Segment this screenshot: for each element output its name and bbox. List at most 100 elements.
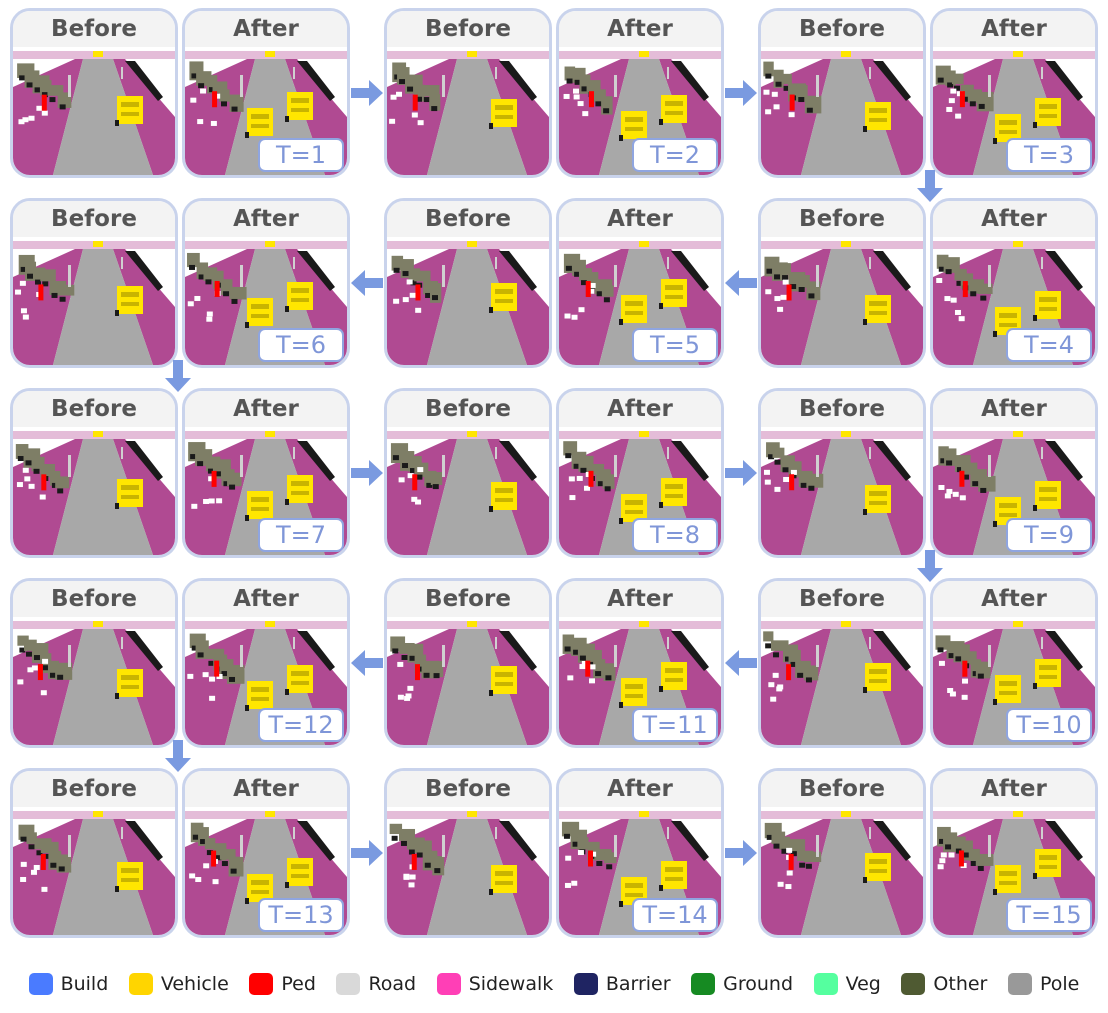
legend-swatch-vehicle [128,973,153,995]
voxel-scene [387,47,549,175]
voxel-scene [761,617,923,745]
legend-label-build: Build [60,973,109,995]
frame-pair: Before After T=2 [384,8,724,178]
after-frame: After T=9 [930,388,1098,558]
frame-pair: Before After T=10 [758,578,1098,748]
before-frame: Before [384,578,552,748]
after-label: After [185,11,347,47]
legend-item-road: Road [336,973,416,995]
time-step-badge: T=5 [632,328,718,362]
legend-item-ground: Ground [691,973,793,995]
after-label: After [933,771,1095,807]
after-label: After [185,391,347,427]
after-frame: After T=5 [556,198,724,368]
legend-label-ground: Ground [723,973,794,995]
after-frame: After T=12 [182,578,350,748]
legend: Build Vehicle Ped Road Sidewalk Barrier … [0,964,1108,1004]
before-label: Before [387,581,549,617]
time-step-badge: T=6 [258,328,344,362]
before-frame: Before [758,578,926,748]
legend-label-other: Other [933,973,988,995]
before-label: Before [761,771,923,807]
legend-label-road: Road [368,973,417,995]
arrow-left-icon [725,270,757,296]
after-frame: After T=15 [930,768,1098,938]
after-label: After [185,581,347,617]
before-frame: Before [384,198,552,368]
after-label: After [559,581,721,617]
after-frame: After T=10 [930,578,1098,748]
before-frame: Before [10,768,178,938]
legend-swatch-ped [249,973,274,995]
arrow-down-icon [165,360,191,392]
before-label: Before [761,201,923,237]
frame-pair: Before After T=6 [10,198,350,368]
before-frame: Before [758,198,926,368]
before-frame: Before [758,388,926,558]
legend-label-ped: Ped [281,973,316,995]
legend-swatch-build [28,973,53,995]
frame-pair: Before After T=1 [10,8,350,178]
frame-pair: Before After T=4 [758,198,1098,368]
frame-pair: Before After T=5 [384,198,724,368]
legend-item-veg: Veg [813,973,881,995]
frame-pair: Before After T=14 [384,768,724,938]
legend-item-vehicle: Vehicle [128,973,229,995]
after-label: After [559,771,721,807]
time-step-badge: T=10 [1006,708,1092,742]
legend-item-other: Other [901,973,987,995]
time-step-badge: T=11 [632,708,718,742]
before-label: Before [13,11,175,47]
before-frame: Before [10,8,178,178]
legend-label-sidewalk: Sidewalk [468,973,554,995]
after-frame: After T=6 [182,198,350,368]
after-frame: After T=14 [556,768,724,938]
after-label: After [933,201,1095,237]
time-step-badge: T=2 [632,138,718,172]
time-step-badge: T=12 [258,708,344,742]
before-label: Before [13,391,175,427]
voxel-scene [761,47,923,175]
legend-label-veg: Veg [845,973,881,995]
legend-item-barrier: Barrier [573,973,671,995]
voxel-scene [13,47,175,175]
arrow-down-icon [165,740,191,772]
after-frame: After T=13 [182,768,350,938]
frame-pair: Before After T=13 [10,768,350,938]
arrow-right-icon [725,460,757,486]
arrow-right-icon [725,840,757,866]
arrow-left-icon [351,650,383,676]
legend-swatch-road [336,973,361,995]
time-step-badge: T=9 [1006,518,1092,552]
legend-label-barrier: Barrier [605,973,671,995]
voxel-scene [761,427,923,555]
voxel-scene [387,617,549,745]
before-frame: Before [384,388,552,558]
arrow-down-icon [917,170,943,202]
legend-item-build: Build [28,973,109,995]
time-step-badge: T=4 [1006,328,1092,362]
frame-pair: Before After T=9 [758,388,1098,558]
after-frame: After T=3 [930,8,1098,178]
before-frame: Before [384,768,552,938]
before-frame: Before [10,388,178,558]
before-label: Before [13,771,175,807]
before-label: Before [387,11,549,47]
after-label: After [185,771,347,807]
legend-swatch-veg [813,973,838,995]
voxel-scene [387,427,549,555]
before-label: Before [761,581,923,617]
before-frame: Before [10,578,178,748]
after-label: After [559,201,721,237]
after-label: After [559,11,721,47]
after-frame: After T=8 [556,388,724,558]
voxel-scene [761,237,923,365]
time-step-badge: T=15 [1006,898,1092,932]
legend-item-pole: Pole [1007,973,1079,995]
arrow-right-icon [351,80,383,106]
arrow-right-icon [351,460,383,486]
before-label: Before [387,201,549,237]
before-frame: Before [10,198,178,368]
legend-label-vehicle: Vehicle [160,973,229,995]
frame-pair: Before After T=15 [758,768,1098,938]
